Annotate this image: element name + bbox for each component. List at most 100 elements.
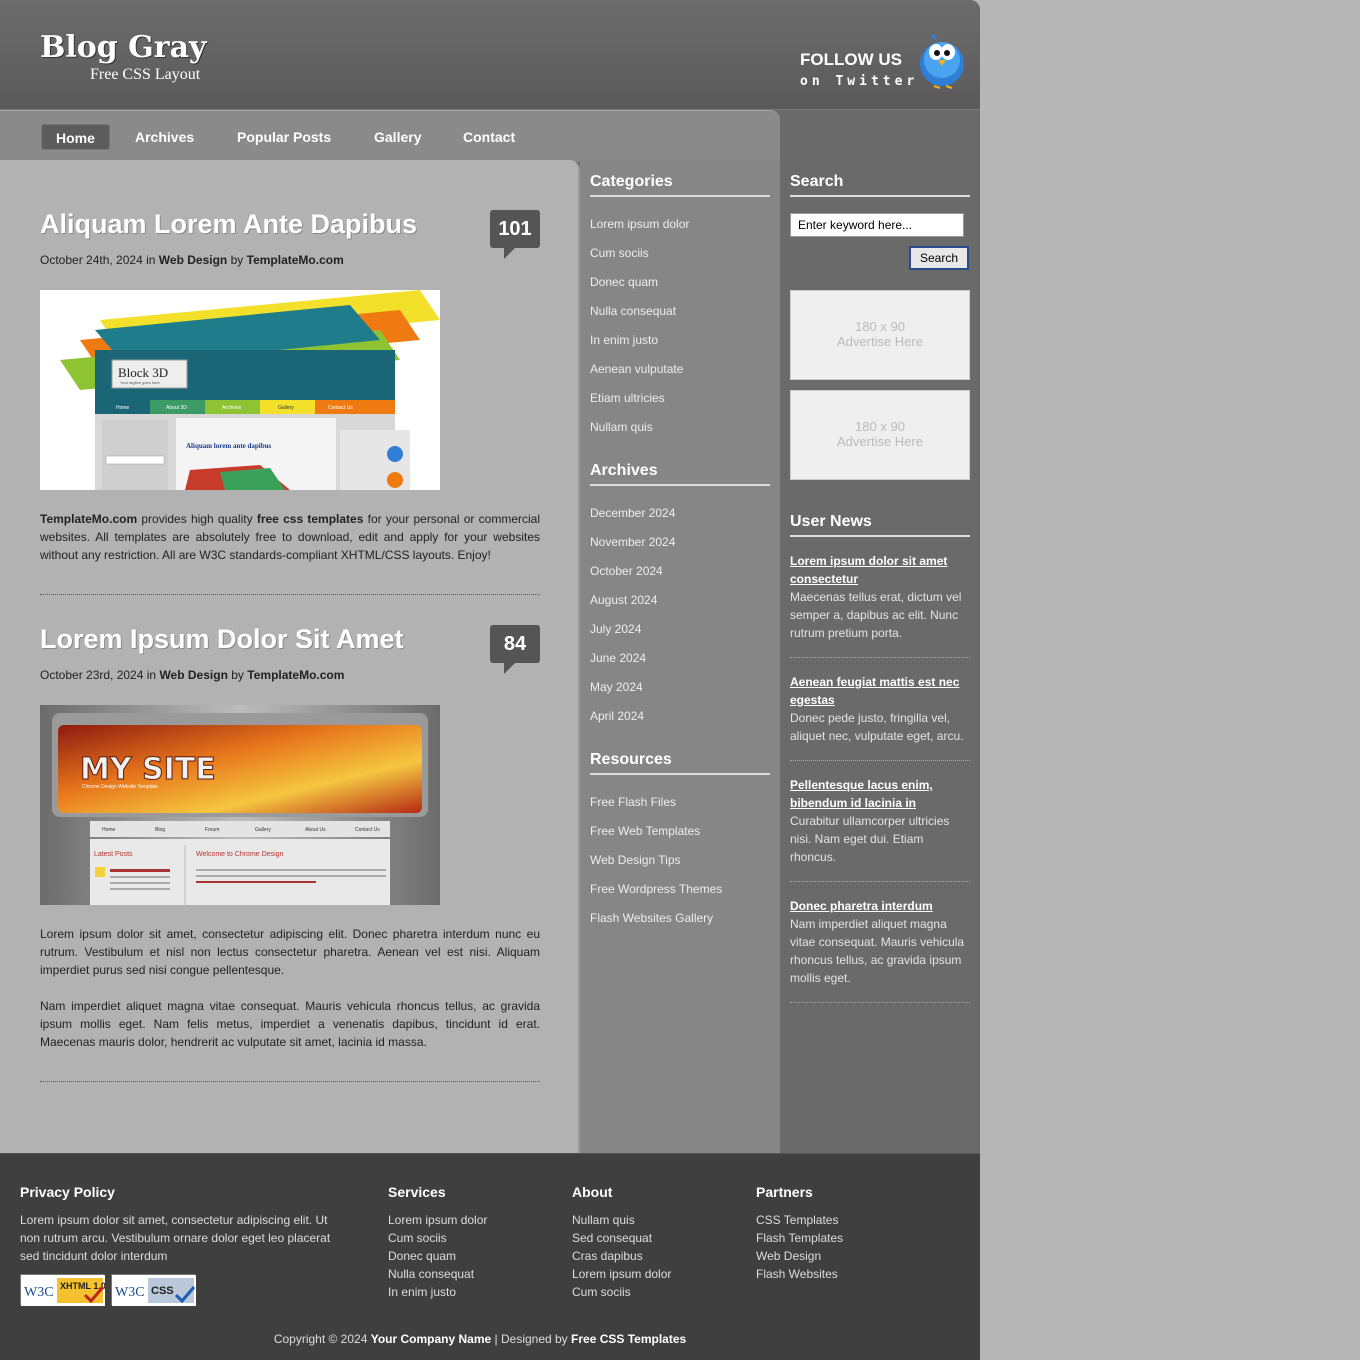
archive-link[interactable]: July 2024 [590, 622, 641, 636]
post-author-link[interactable]: TemplateMo.com [247, 253, 344, 267]
footer-about-link[interactable]: Lorem ipsum dolor [572, 1265, 671, 1283]
footer-services-link[interactable]: Lorem ipsum dolor [388, 1211, 487, 1229]
footer-privacy-heading[interactable]: Privacy Policy [20, 1184, 115, 1200]
category-link[interactable]: Nulla consequat [590, 304, 676, 318]
post-title[interactable]: Aliquam Lorem Ante Dapibus [40, 209, 417, 240]
comment-count-badge[interactable]: 84 [490, 625, 540, 674]
footer-about-link[interactable]: Sed consequat [572, 1229, 671, 1247]
block3d-nav-contact: Contact Us [328, 405, 353, 411]
nav-popular-posts[interactable]: Popular Posts [223, 124, 345, 150]
category-link[interactable]: Etiam ultricies [590, 391, 665, 405]
post-thumbnail-block3d[interactable]: Block 3D Your tagline goes here Home Abo… [40, 290, 440, 490]
nav-home[interactable]: Home [41, 124, 110, 150]
chrome-banner-title: MY SITE [80, 752, 216, 787]
archive-link[interactable]: November 2024 [590, 535, 675, 549]
post-excerpt-text-1: provides high quality [137, 512, 257, 526]
post-divider [40, 1081, 540, 1082]
footer-about-link[interactable]: Cum sociis [572, 1283, 671, 1301]
post-date: October 24th, 2024 [40, 253, 143, 267]
news-title-link[interactable]: Lorem ipsum dolor sit amet consectetur [790, 552, 970, 588]
chrome-welcome-title: Welcome to Chrome Design [196, 851, 284, 858]
resource-link[interactable]: Free Web Templates [590, 824, 700, 838]
block3d-tagline: Your tagline goes here [120, 380, 161, 385]
footer-about-link[interactable]: Nullam quis [572, 1211, 671, 1229]
follow-us-subtitle[interactable]: on Twitter [800, 74, 918, 89]
footer-partners-link[interactable]: Flash Templates [756, 1229, 843, 1247]
site-subtitle: Free CSS Layout [90, 66, 201, 83]
w3c-logo-text: W3C [24, 1285, 54, 1300]
post-category-link[interactable]: Web Design [159, 668, 227, 682]
designer-link[interactable]: Free CSS Templates [571, 1332, 686, 1346]
footer-partners-link[interactable]: Web Design [756, 1247, 843, 1265]
nav-archives[interactable]: Archives [121, 124, 208, 150]
footer-partners-link[interactable]: CSS Templates [756, 1211, 843, 1229]
site-footer: Privacy Policy Lorem ipsum dolor sit ame… [0, 1153, 980, 1360]
footer-services-link[interactable]: In enim justo [388, 1283, 487, 1301]
follow-us-title[interactable]: FOLLOW US [800, 50, 902, 70]
company-name-link[interactable]: Your Company Name [371, 1332, 491, 1346]
category-link[interactable]: Cum sociis [590, 246, 649, 260]
archive-link[interactable]: April 2024 [590, 709, 644, 723]
archive-link[interactable]: May 2024 [590, 680, 643, 694]
post-category-link[interactable]: Web Design [159, 253, 227, 267]
site-header: Blog Gray Free CSS Layout FOLLOW US on T… [0, 0, 980, 110]
post-title[interactable]: Lorem Ipsum Dolor Sit Amet [40, 624, 404, 655]
archive-link[interactable]: December 2024 [590, 506, 675, 520]
news-divider [790, 881, 970, 882]
footer-partners-heading: Partners [756, 1184, 813, 1200]
comment-count-badge[interactable]: 101 [490, 210, 540, 259]
chrome-nav-blog: Blog [155, 827, 165, 833]
chrome-nav-gallery: Gallery [255, 827, 271, 833]
footer-services-link[interactable]: Donec quam [388, 1247, 487, 1265]
nav-contact[interactable]: Contact [449, 124, 529, 150]
archive-link[interactable]: June 2024 [590, 651, 646, 665]
news-title-link[interactable]: Aenean feugiat mattis est nec egestas [790, 673, 970, 709]
footer-about-heading: About [572, 1184, 613, 1200]
page-wrapper: Blog Gray Free CSS Layout FOLLOW US on T… [0, 0, 980, 1360]
category-link[interactable]: Lorem ipsum dolor [590, 217, 689, 231]
category-link[interactable]: Aenean vulputate [590, 362, 683, 376]
post-author-link[interactable]: TemplateMo.com [247, 668, 344, 682]
category-link[interactable]: Nullam quis [590, 420, 653, 434]
nav-gallery[interactable]: Gallery [360, 124, 435, 150]
archive-link[interactable]: August 2024 [590, 593, 657, 607]
news-title-link[interactable]: Pellentesque lacus enim, bibendum id lac… [790, 776, 970, 812]
sidebar-middle: Categories Lorem ipsum dolor Cum sociis … [580, 160, 780, 1153]
news-title-link[interactable]: Donec pharetra interdum [790, 897, 970, 915]
news-body: Donec pede justo, fringilla vel, aliquet… [790, 711, 964, 743]
ad-text: Advertise Here [837, 434, 923, 449]
site-title[interactable]: Blog Gray [40, 30, 206, 65]
css-badge-icon: W3C CSS [112, 1275, 196, 1306]
footer-partners-link[interactable]: Flash Websites [756, 1265, 843, 1283]
chrome-nav-about: About Us [305, 827, 326, 833]
xhtml-badge-label: XHTML 1.0 [60, 1281, 105, 1291]
footer-services-link[interactable]: Nulla consequat [388, 1265, 487, 1283]
resource-link[interactable]: Free Flash Files [590, 795, 676, 809]
post-excerpt-strong-1[interactable]: TemplateMo.com [40, 512, 137, 526]
search-button[interactable]: Search [909, 246, 969, 270]
w3c-logo-text: W3C [115, 1285, 145, 1300]
resource-link[interactable]: Free Wordpress Themes [590, 882, 722, 896]
category-link[interactable]: In enim justo [590, 333, 658, 347]
post-excerpt-strong-2[interactable]: free css templates [257, 512, 364, 526]
resource-link[interactable]: Web Design Tips [590, 853, 681, 867]
search-input[interactable] [790, 213, 964, 237]
archive-link[interactable]: October 2024 [590, 564, 663, 578]
main-navigation: Home Archives Popular Posts Gallery Cont… [0, 110, 780, 162]
footer-services-link[interactable]: Cum sociis [388, 1229, 487, 1247]
resources-heading: Resources [590, 751, 770, 775]
post-by-label: by [230, 253, 244, 267]
twitter-bird-icon[interactable] [916, 30, 968, 90]
copyright-line: Copyright © 2024 Your Company Name | Des… [0, 1332, 960, 1346]
chrome-nav-contact: Contact Us [355, 827, 380, 833]
footer-about-link[interactable]: Cras dapibus [572, 1247, 671, 1265]
advertisement-box[interactable]: 180 x 90 Advertise Here [790, 390, 970, 480]
category-link[interactable]: Donec quam [590, 275, 658, 289]
resource-link[interactable]: Flash Websites Gallery [590, 911, 713, 925]
valid-xhtml-badge[interactable]: W3C XHTML 1.0 [20, 1274, 106, 1306]
advertisement-box[interactable]: 180 x 90 Advertise Here [790, 290, 970, 380]
main-content: Aliquam Lorem Ante Dapibus 101 October 2… [0, 160, 580, 1153]
block3d-nav-about: About 3D [166, 405, 187, 411]
post-thumbnail-chrome[interactable]: MY SITE Chrome Design Website Template H… [40, 705, 440, 905]
valid-css-badge[interactable]: W3C CSS [111, 1274, 196, 1306]
